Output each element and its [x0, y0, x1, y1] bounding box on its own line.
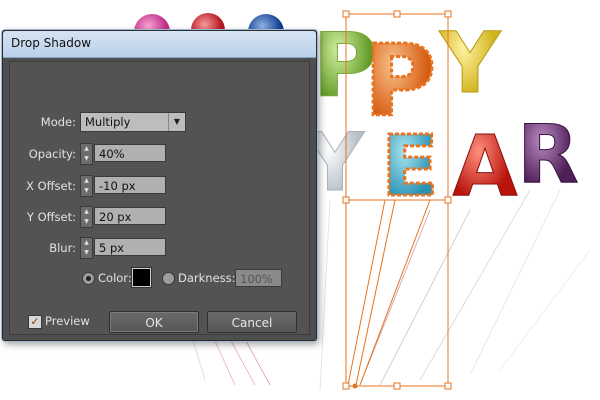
- x-offset-stepper[interactable]: ▲ ▼: [80, 175, 93, 197]
- balloon-letter-a-red: A: [452, 117, 517, 215]
- balloon-letter-p-orange: P: [364, 25, 436, 139]
- blur-input[interactable]: 5 px: [94, 238, 166, 256]
- arrow-up-icon[interactable]: ▲: [81, 238, 92, 248]
- mode-label: Mode:: [40, 115, 76, 129]
- color-label: Color:: [98, 271, 132, 285]
- arrow-down-icon[interactable]: ▼: [81, 186, 92, 196]
- opacity-label: Opacity:: [28, 147, 76, 161]
- mode-value: Multiply: [85, 115, 131, 129]
- chevron-down-icon: ▼: [168, 113, 185, 131]
- preview-label: Preview: [45, 314, 90, 328]
- x-offset-label: X Offset:: [26, 179, 76, 193]
- dialog-titlebar[interactable]: Drop Shadow: [3, 31, 316, 58]
- y-offset-stepper[interactable]: ▲ ▼: [80, 206, 93, 228]
- arrow-up-icon[interactable]: ▲: [81, 176, 92, 186]
- drop-shadow-dialog: Drop Shadow Mode: Multiply ▼ Opacity: ▲ …: [2, 30, 317, 341]
- darkness-radio[interactable]: [162, 272, 175, 285]
- darkness-input[interactable]: 100%: [235, 269, 282, 287]
- blur-stepper[interactable]: ▲ ▼: [80, 237, 93, 259]
- y-offset-label: Y Offset:: [26, 210, 76, 224]
- y-offset-input[interactable]: 20 px: [94, 207, 166, 225]
- arrow-down-icon[interactable]: ▼: [81, 154, 92, 164]
- balloon-letter-r-purple: R: [517, 108, 579, 201]
- opacity-input[interactable]: 40%: [94, 144, 166, 162]
- shadow-color-swatch[interactable]: [132, 268, 151, 287]
- darkness-label: Darkness:: [178, 271, 236, 285]
- arrow-down-icon[interactable]: ▼: [81, 217, 92, 227]
- x-offset-input[interactable]: -10 px: [94, 176, 166, 194]
- arrow-up-icon[interactable]: ▲: [81, 144, 92, 154]
- color-radio[interactable]: [82, 272, 95, 285]
- mode-dropdown[interactable]: Multiply ▼: [80, 112, 186, 132]
- cancel-button[interactable]: Cancel: [207, 311, 297, 333]
- dialog-title: Drop Shadow: [11, 36, 92, 50]
- arrow-up-icon[interactable]: ▲: [81, 207, 92, 217]
- arrow-down-icon[interactable]: ▼: [81, 248, 92, 258]
- dialog-body: Mode: Multiply ▼ Opacity: ▲ ▼ 40% X Offs…: [9, 61, 310, 335]
- ok-button[interactable]: OK: [109, 311, 199, 333]
- opacity-stepper[interactable]: ▲ ▼: [80, 143, 93, 165]
- blur-label: Blur:: [49, 241, 76, 255]
- preview-checkbox[interactable]: ✓: [28, 315, 42, 329]
